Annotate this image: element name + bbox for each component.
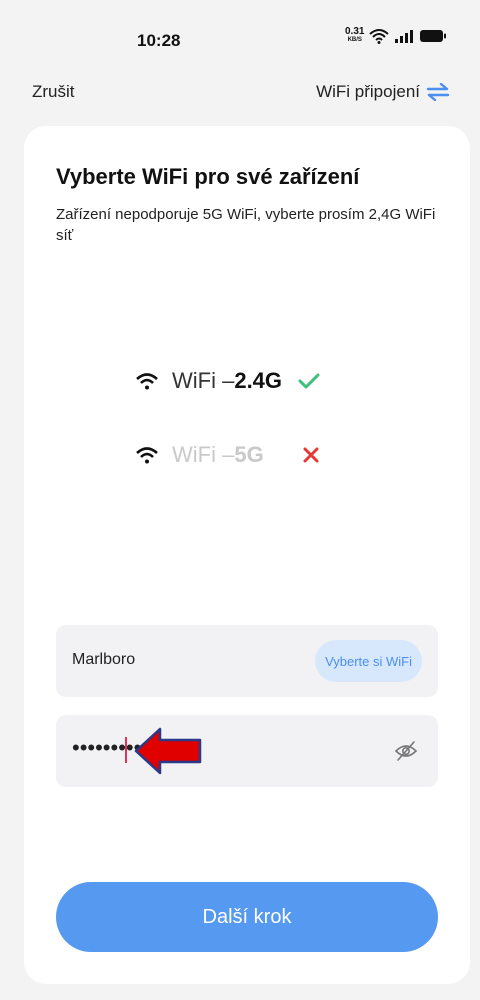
page-subtitle: Zařízení nepodporuje 5G WiFi, vyberte pr…: [56, 206, 436, 244]
network-speed: 0.31 KB/S: [345, 26, 365, 44]
signal-icon: [395, 30, 414, 43]
top-bar: Zrušit WiFi připojení: [0, 80, 480, 108]
band-prefix: WiFi –: [172, 368, 235, 393]
band-name: 2.4G: [234, 368, 283, 393]
band-row-5g: WiFi – 5G: [136, 442, 320, 468]
text-cursor: [125, 737, 127, 763]
wifi-icon: [136, 373, 158, 390]
band-name: 5G: [234, 442, 264, 467]
battery-icon: [420, 30, 447, 42]
status-bar: 10:28 0.31 KB/S: [0, 0, 480, 80]
wifi-name-field[interactable]: Marlboro Vyberte si WiFi: [56, 625, 438, 697]
eye-off-icon[interactable]: [394, 740, 418, 762]
page-title: Vyberte WiFi pro své zařízení: [56, 164, 360, 189]
status-icons: 0.31 KB/S: [345, 26, 447, 44]
select-wifi-button[interactable]: Vyberte si WiFi: [315, 640, 422, 682]
password-field[interactable]: •••••••••: [56, 715, 438, 787]
wifi-icon: [136, 447, 158, 464]
arrow-annotation-icon: [134, 727, 202, 775]
next-step-button[interactable]: Další krok: [56, 882, 438, 952]
wifi-icon: [369, 29, 390, 44]
cross-icon: [303, 447, 319, 463]
status-time: 10:28: [137, 31, 181, 50]
check-icon: [298, 373, 320, 389]
wifi-connection-label: WiFi připojení: [316, 82, 420, 101]
band-row-24g: WiFi – 2.4G: [136, 368, 320, 394]
wifi-name-value: Marlboro: [72, 651, 136, 668]
swap-arrows-icon: [426, 83, 450, 101]
wifi-connection-button[interactable]: WiFi připojení: [316, 82, 450, 102]
network-speed-unit: KB/S: [347, 37, 362, 43]
band-prefix: WiFi –: [172, 442, 235, 467]
wifi-setup-card: Vyberte WiFi pro své zařízení Zařízení n…: [24, 126, 470, 984]
password-value: •••••••••: [72, 735, 142, 760]
network-speed-value: 0.31: [345, 26, 365, 37]
cancel-button[interactable]: Zrušit: [32, 82, 75, 102]
